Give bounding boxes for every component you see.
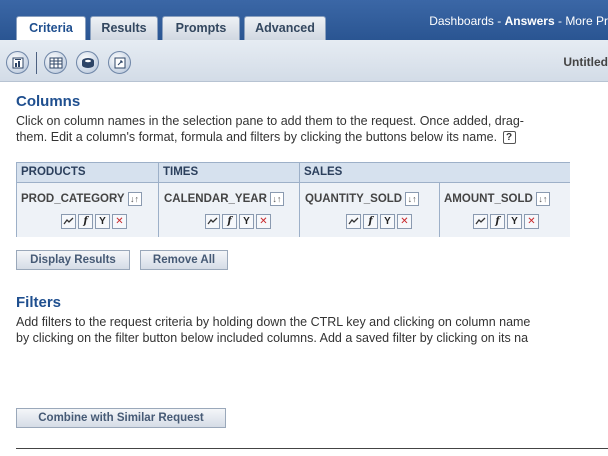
remove-all-button[interactable]: Remove All <box>140 250 228 270</box>
sort-icon[interactable]: ↓↑ <box>127 192 142 206</box>
sort-icon[interactable]: ↓↑ <box>405 192 420 206</box>
sort-icon[interactable]: ↓↑ <box>535 192 550 206</box>
columns-heading: Columns <box>16 93 81 110</box>
table-view-icon[interactable] <box>44 51 67 74</box>
tab-results[interactable]: Results <box>90 16 158 41</box>
filters-instructions: Add filters to the request criteria by h… <box>16 315 531 345</box>
columns-instructions: Click on column names in the selection p… <box>16 114 524 145</box>
nav-more-link[interactable]: More Pr <box>565 14 608 28</box>
nav-answers-link[interactable]: Answers <box>505 14 555 28</box>
help-icon[interactable]: ? <box>502 131 516 145</box>
top-tab-bar: Criteria Results Prompts Advanced Dashbo… <box>0 0 608 42</box>
column-prod-category[interactable]: PROD_CATEGORY ↓↑ f Y ✕ <box>17 183 159 237</box>
column-name: AMOUNT_SOLD <box>444 193 533 206</box>
column-name: QUANTITY_SOLD <box>305 193 403 206</box>
group-header-sales: SALES <box>300 163 570 183</box>
filter-icon[interactable]: Y <box>507 214 522 229</box>
refresh-icon[interactable] <box>108 51 131 74</box>
divider <box>16 448 608 449</box>
disk-save-icon[interactable] <box>76 51 99 74</box>
toolbar: Untitled <box>0 40 608 82</box>
sort-icon[interactable]: ↓↑ <box>269 192 284 206</box>
column-name: CALENDAR_YEAR <box>164 193 267 206</box>
column-calendar-year[interactable]: CALENDAR_YEAR ↓↑ f Y ✕ <box>159 183 300 237</box>
format-icon[interactable] <box>61 214 76 229</box>
formula-icon[interactable]: f <box>222 214 237 229</box>
formula-icon[interactable]: f <box>363 214 378 229</box>
delete-icon[interactable]: ✕ <box>256 214 271 229</box>
filter-icon[interactable]: Y <box>95 214 110 229</box>
column-name: PROD_CATEGORY <box>21 193 125 206</box>
nav-dashboards-link[interactable]: Dashboards <box>429 14 494 28</box>
formula-icon[interactable]: f <box>78 214 93 229</box>
group-header-products: PRODUCTS <box>17 163 159 183</box>
combine-similar-request-button[interactable]: Combine with Similar Request <box>16 408 226 428</box>
group-header-times: TIMES <box>159 163 300 183</box>
document-title: Untitled <box>563 55 608 69</box>
formula-icon[interactable]: f <box>490 214 505 229</box>
filter-icon[interactable]: Y <box>380 214 395 229</box>
toolbar-separator <box>36 52 37 74</box>
column-amount-sold[interactable]: AMOUNT_SOLD ↓↑ f Y ✕ <box>440 183 570 237</box>
delete-icon[interactable]: ✕ <box>112 214 127 229</box>
format-icon[interactable] <box>205 214 220 229</box>
format-icon[interactable] <box>346 214 361 229</box>
display-results-button[interactable]: Display Results <box>16 250 130 270</box>
criteria-columns-table: PRODUCTS TIMES SALES PROD_CATEGORY ↓↑ f Y… <box>16 162 570 237</box>
format-icon[interactable] <box>473 214 488 229</box>
tab-criteria[interactable]: Criteria <box>16 16 86 42</box>
delete-icon[interactable]: ✕ <box>397 214 412 229</box>
filters-heading: Filters <box>16 294 62 311</box>
delete-icon[interactable]: ✕ <box>524 214 539 229</box>
tab-prompts[interactable]: Prompts <box>162 16 240 41</box>
report-icon[interactable] <box>6 51 29 74</box>
column-quantity-sold[interactable]: QUANTITY_SOLD ↓↑ f Y ✕ <box>300 183 440 237</box>
tab-advanced[interactable]: Advanced <box>244 16 326 41</box>
global-nav: Dashboards - Answers - More Pr <box>429 14 608 28</box>
filter-icon[interactable]: Y <box>239 214 254 229</box>
